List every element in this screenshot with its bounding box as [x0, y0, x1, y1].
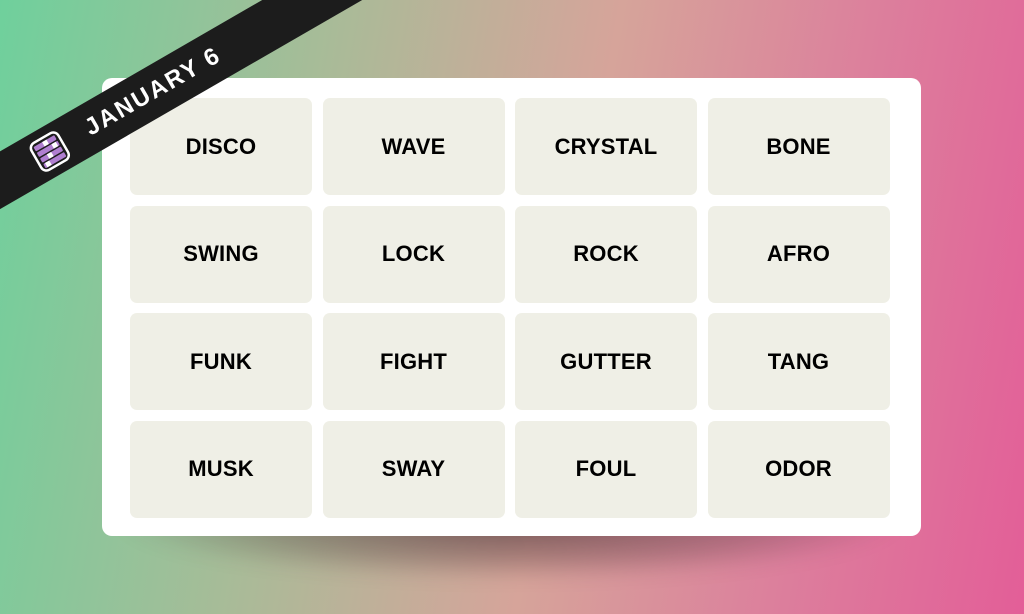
word-tile[interactable]: FUNK — [130, 313, 312, 410]
word-tile[interactable]: ODOR — [707, 420, 890, 518]
word-tile[interactable]: AFRO — [707, 205, 890, 303]
word-tile[interactable]: LOCK — [322, 205, 505, 303]
word-tile[interactable]: TANG — [707, 313, 890, 410]
word-tile[interactable]: SWAY — [322, 420, 505, 518]
connections-grid-icon — [29, 131, 71, 172]
word-tile[interactable]: CRYSTAL — [515, 98, 697, 195]
word-tile[interactable]: BONE — [707, 98, 890, 195]
word-tile[interactable]: WAVE — [322, 98, 505, 195]
word-tile[interactable]: FOUL — [515, 420, 697, 518]
game-board: DISCO WAVE CRYSTAL BONE SWING LOCK ROCK … — [102, 78, 921, 536]
word-tile[interactable]: SWING — [130, 205, 312, 303]
word-tile[interactable]: GUTTER — [515, 313, 697, 410]
word-tile[interactable]: MUSK — [130, 420, 312, 518]
word-tile[interactable]: ROCK — [515, 205, 697, 303]
word-tile[interactable]: FIGHT — [322, 313, 505, 410]
tile-grid: DISCO WAVE CRYSTAL BONE SWING LOCK ROCK … — [130, 98, 890, 518]
